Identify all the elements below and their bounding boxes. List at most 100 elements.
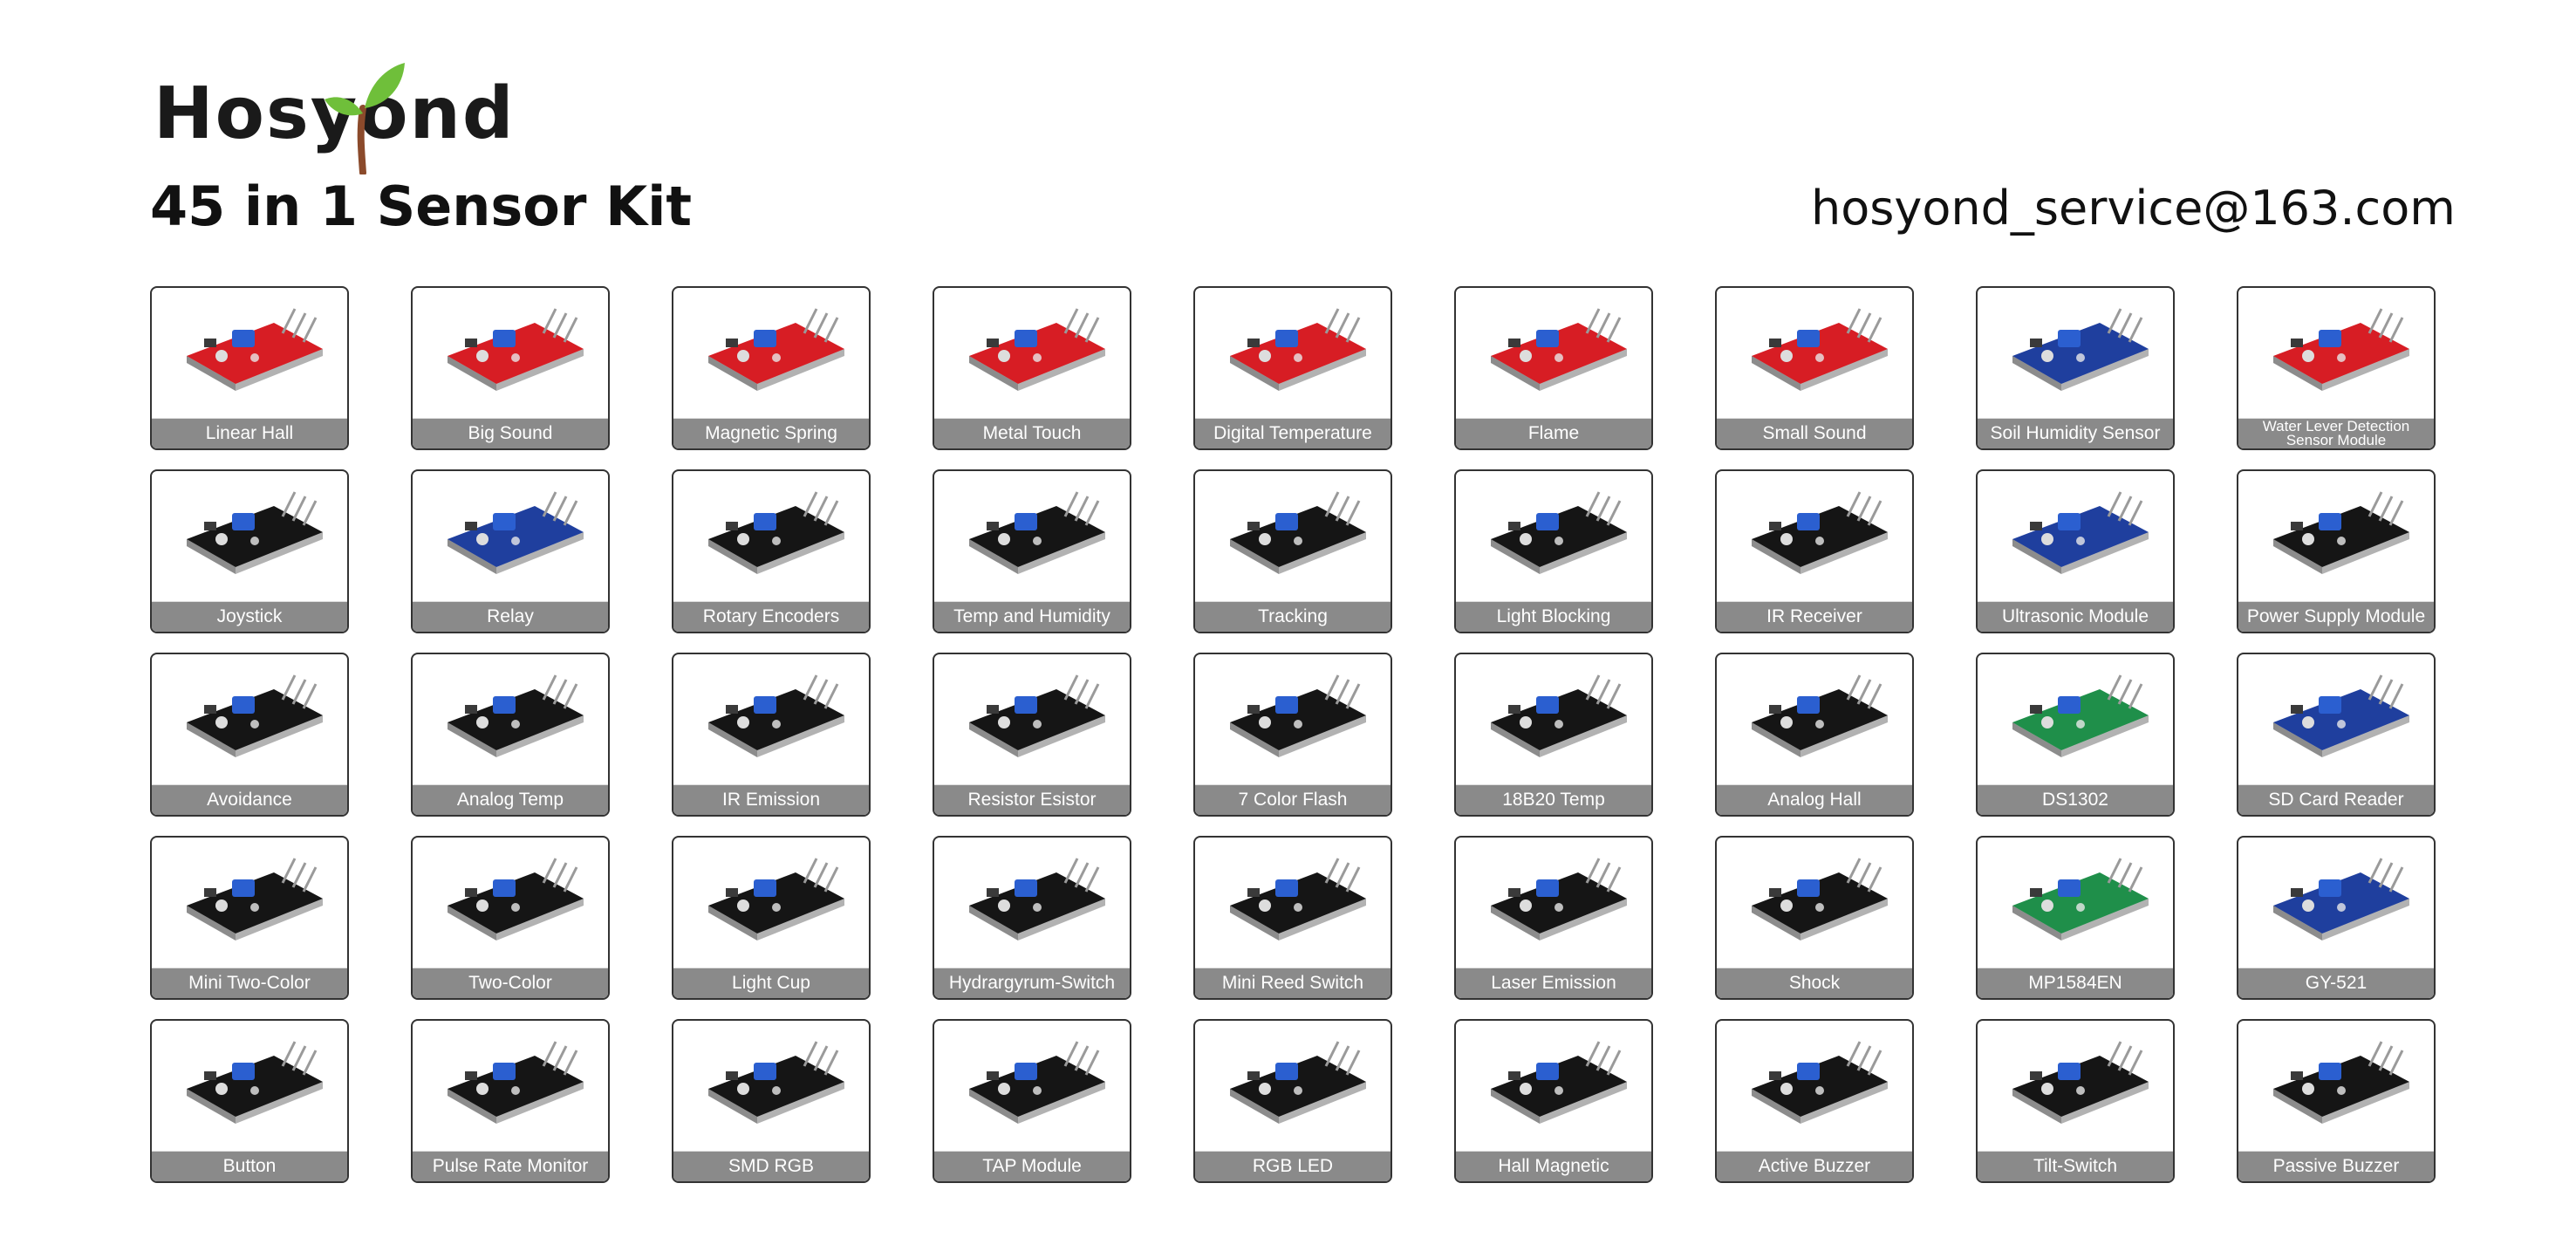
gy521-module-icon — [2273, 858, 2409, 940]
flame-module-icon — [1491, 308, 1627, 391]
mercury-switch-module-icon — [969, 858, 1105, 940]
sensor-label: Magnetic Spring — [673, 418, 869, 448]
sensor-card: Relay — [411, 469, 610, 633]
linear-hall-module-icon — [187, 308, 323, 391]
mini-two-color-led-module-icon — [187, 858, 323, 940]
mini-reed-switch-module-icon — [1230, 858, 1366, 940]
sensor-card: Linear Hall — [150, 286, 349, 450]
sensor-card: Temp and Humidity — [933, 469, 1131, 633]
sensor-card: Two-Color — [411, 836, 610, 1000]
smd-rgb-module-icon — [708, 1041, 844, 1124]
sensor-label: Water Lever Detection Sensor Module — [2238, 418, 2434, 448]
sensor-label: Power Supply Module — [2238, 601, 2434, 632]
joystick-module-icon — [187, 491, 323, 574]
photoresistor-module-icon — [969, 674, 1105, 757]
light-cup-module-icon — [708, 858, 844, 940]
sensor-label: Hydrargyrum-Switch — [934, 968, 1130, 998]
sensor-label: Metal Touch — [934, 418, 1130, 448]
sensor-card: Ultrasonic Module — [1976, 469, 2175, 633]
big-sound-module-icon — [448, 308, 584, 391]
ultrasonic-module-icon — [2012, 491, 2149, 574]
sensor-card: Digital Temperature — [1193, 286, 1392, 450]
brand-logo: Hosyond — [154, 52, 537, 183]
sensor-label: Relay — [413, 601, 608, 632]
sensor-card: Mini Reed Switch — [1193, 836, 1392, 1000]
soil-humidity-module-icon — [2012, 308, 2149, 391]
sensor-card: MP1584EN — [1976, 836, 2175, 1000]
sensor-label: GY-521 — [2238, 968, 2434, 998]
sensor-card: IR Emission — [672, 653, 871, 817]
sensor-label: SD Card Reader — [2238, 784, 2434, 815]
sensor-card: Button — [150, 1019, 349, 1183]
sensor-label: Resistor Esistor — [934, 784, 1130, 815]
power-supply-module-icon — [2273, 491, 2409, 574]
sensor-label: Tilt-Switch — [1978, 1151, 2173, 1181]
sensor-card: Tilt-Switch — [1976, 1019, 2175, 1183]
sensor-card: Shock — [1715, 836, 1914, 1000]
sensor-label: Button — [152, 1151, 347, 1181]
relay-module-icon — [448, 491, 584, 574]
tracking-module-icon — [1230, 491, 1366, 574]
ds1302-clock-module-icon — [2012, 674, 2149, 757]
analog-hall-module-icon — [1752, 674, 1888, 757]
sensor-label: Rotary Encoders — [673, 601, 869, 632]
sensor-card: Big Sound — [411, 286, 610, 450]
sensor-card: Passive Buzzer — [2237, 1019, 2436, 1183]
ir-emission-module-icon — [708, 674, 844, 757]
sensor-label: Digital Temperature — [1195, 418, 1390, 448]
sensor-label: Light Blocking — [1456, 601, 1651, 632]
sensor-grid: Linear Hall Big Sound Magnetic Spring Metal… — [150, 286, 2436, 1183]
ir-receiver-module-icon — [1752, 491, 1888, 574]
seven-color-flash-module-icon — [1230, 674, 1366, 757]
laser-emission-module-icon — [1491, 858, 1627, 940]
sensor-label: Analog Temp — [413, 784, 608, 815]
sensor-label: IR Receiver — [1717, 601, 1912, 632]
sensor-label: Pulse Rate Monitor — [413, 1151, 608, 1181]
sensor-label: SMD RGB — [673, 1151, 869, 1181]
sensor-card: Light Blocking — [1454, 469, 1653, 633]
sensor-card: Analog Temp — [411, 653, 610, 817]
sensor-label: RGB LED — [1195, 1151, 1390, 1181]
sensor-card: RGB LED — [1193, 1019, 1392, 1183]
sensor-card: DS1302 — [1976, 653, 2175, 817]
sensor-card: Hydrargyrum-Switch — [933, 836, 1131, 1000]
sensor-label: Linear Hall — [152, 418, 347, 448]
shock-module-icon — [1752, 858, 1888, 940]
sensor-label: Mini Two-Color — [152, 968, 347, 998]
sd-card-reader-module-icon — [2273, 674, 2409, 757]
analog-temp-module-icon — [448, 674, 584, 757]
magnetic-spring-module-icon — [708, 308, 844, 391]
sensor-card: Active Buzzer — [1715, 1019, 1914, 1183]
digital-temperature-module-icon — [1230, 308, 1366, 391]
active-buzzer-module-icon — [1752, 1041, 1888, 1124]
sensor-label: Two-Color — [413, 968, 608, 998]
passive-buzzer-module-icon — [2273, 1041, 2409, 1124]
mp1584en-module-icon — [2012, 858, 2149, 940]
sensor-label: Laser Emission — [1456, 968, 1651, 998]
sensor-label: Shock — [1717, 968, 1912, 998]
rotary-encoder-module-icon — [708, 491, 844, 574]
light-blocking-module-icon — [1491, 491, 1627, 574]
sensor-label: Small Sound — [1717, 418, 1912, 448]
sensor-card: Laser Emission — [1454, 836, 1653, 1000]
sensor-card: Joystick — [150, 469, 349, 633]
sensor-label: Joystick — [152, 601, 347, 632]
support-email: hosyond_service@163.com — [1811, 181, 2456, 236]
sensor-card: Resistor Esistor — [933, 653, 1131, 817]
tilt-switch-module-icon — [2012, 1041, 2149, 1124]
sensor-card: 7 Color Flash — [1193, 653, 1392, 817]
temp-humidity-module-icon — [969, 491, 1105, 574]
sensor-label: IR Emission — [673, 784, 869, 815]
sensor-label: Ultrasonic Module — [1978, 601, 2173, 632]
sensor-card: Water Lever Detection Sensor Module — [2237, 286, 2436, 450]
avoidance-module-icon — [187, 674, 323, 757]
sensor-label: Tracking — [1195, 601, 1390, 632]
button-module-icon — [187, 1041, 323, 1124]
sensor-label: Big Sound — [413, 418, 608, 448]
sensor-label: MP1584EN — [1978, 968, 2173, 998]
sensor-card: Small Sound — [1715, 286, 1914, 450]
sensor-card: Power Supply Module — [2237, 469, 2436, 633]
pulse-rate-module-icon — [448, 1041, 584, 1124]
sensor-card: TAP Module — [933, 1019, 1131, 1183]
sensor-label: Analog Hall — [1717, 784, 1912, 815]
